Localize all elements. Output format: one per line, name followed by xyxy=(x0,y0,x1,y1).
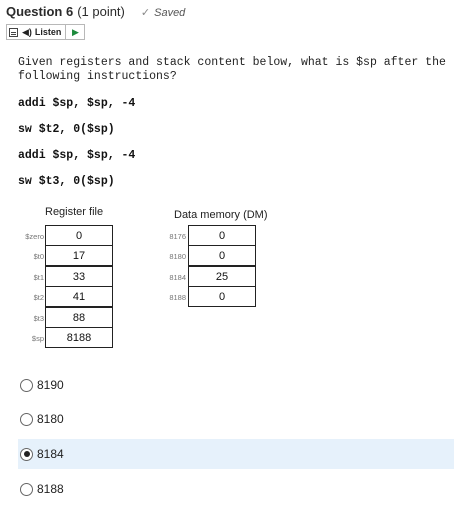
saved-status: ✓ Saved xyxy=(140,6,186,20)
keyboard-icon xyxy=(9,27,18,37)
question-text: Given registers and stack content below,… xyxy=(18,56,446,83)
instruction-line: addi $sp, $sp, -4 xyxy=(18,97,136,110)
instruction-line: addi $sp, $sp, -4 xyxy=(18,149,136,162)
data-memory-title: Data memory (DM) xyxy=(174,209,268,221)
register-value: 8188 xyxy=(45,327,113,348)
option-label: 8190 xyxy=(37,378,64,392)
radio-button-selected[interactable] xyxy=(20,447,33,461)
question-points: (1 point) xyxy=(77,4,125,19)
answer-option[interactable]: 8190 xyxy=(18,370,454,400)
memory-value: 0 xyxy=(188,286,256,307)
instruction-line: sw $t2, 0($sp) xyxy=(18,123,115,136)
radio-button[interactable] xyxy=(20,378,33,392)
play-button[interactable]: ▶ xyxy=(66,25,84,39)
listen-button[interactable]: ◀) Listen xyxy=(7,25,67,39)
instruction-line: sw $t3, 0($sp) xyxy=(18,175,115,188)
register-name: $t2 xyxy=(33,293,44,302)
register-value: 41 xyxy=(45,286,113,307)
register-value: 88 xyxy=(45,307,113,328)
memory-value: 0 xyxy=(188,225,256,246)
register-name: $t1 xyxy=(33,273,44,282)
answer-option[interactable]: 8180 xyxy=(18,404,454,434)
question-title: Question 6 xyxy=(6,4,74,19)
memory-value: 25 xyxy=(188,266,256,287)
register-name: $zero xyxy=(25,232,44,241)
memory-address: 8184 xyxy=(169,273,186,282)
radio-button[interactable] xyxy=(20,482,33,496)
register-name: $t3 xyxy=(33,314,44,323)
memory-address: 8188 xyxy=(169,293,186,302)
option-label: 8184 xyxy=(37,447,64,461)
answer-option[interactable]: 8188 xyxy=(18,474,454,504)
saved-label: Saved xyxy=(154,6,186,19)
register-value: 0 xyxy=(45,225,113,246)
register-file-title: Register file xyxy=(45,206,104,218)
memory-address: 8176 xyxy=(169,232,186,241)
memory-address: 8180 xyxy=(169,252,186,261)
listen-toolbar: ◀) Listen ▶ xyxy=(6,24,86,40)
question-header: Question 6 (1 point) ✓ Saved xyxy=(6,4,185,22)
register-name: $t0 xyxy=(33,252,44,261)
memory-value: 0 xyxy=(188,245,256,266)
radio-button[interactable] xyxy=(20,412,33,426)
option-label: 8180 xyxy=(37,412,64,426)
register-value: 17 xyxy=(45,245,113,266)
answer-option-selected[interactable]: 8184 xyxy=(18,439,454,469)
listen-label: Listen xyxy=(34,27,62,37)
speaker-icon: ◀) xyxy=(22,26,32,37)
option-label: 8188 xyxy=(37,482,64,496)
play-icon: ▶ xyxy=(71,26,79,37)
register-value: 33 xyxy=(45,266,113,287)
checkmark-icon: ✓ xyxy=(140,7,151,19)
register-name: $sp xyxy=(31,334,44,343)
